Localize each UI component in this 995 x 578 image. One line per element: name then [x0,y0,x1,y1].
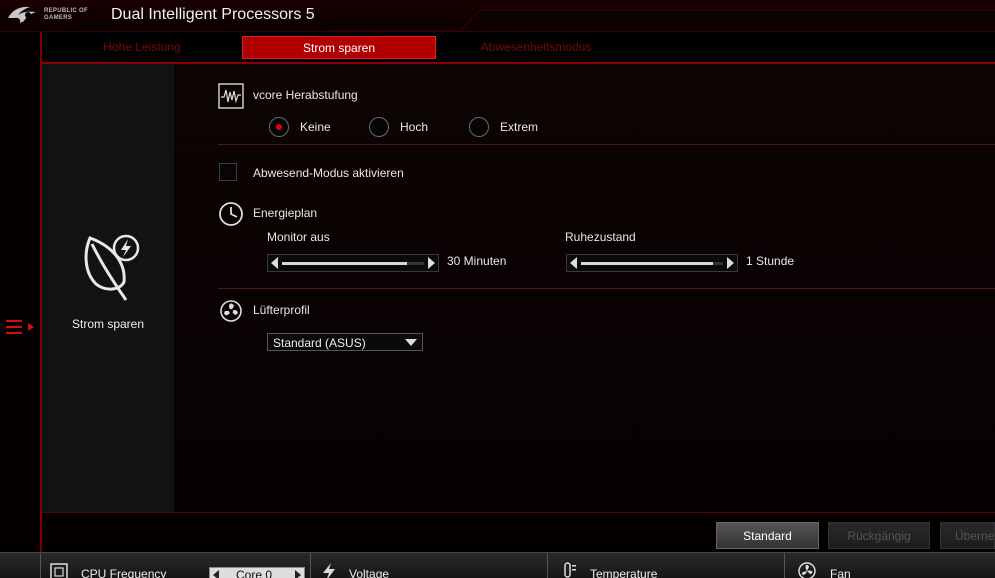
stat-temperature[interactable]: Temperature [547,553,784,578]
radio-hoch-label: Hoch [400,120,429,134]
title-bar: REPUBLIC OF GAMERS Dual Intelligent Proc… [0,0,995,32]
tab-bar: Hohe Leistung Strom sparen Abwesenheitsm… [42,32,995,62]
voltage-label: Voltage [349,567,390,578]
temperature-label: Temperature [590,567,658,578]
rog-logo-icon [8,6,36,24]
cpu-icon [50,563,68,578]
sleep-label: Ruhezustand [565,230,636,244]
power-plan-title: Energieplan [253,206,318,220]
stat-cpu-frequency[interactable]: CPU Frequency Core 0 [40,553,310,578]
slider-fill [581,262,714,265]
tab-strom-sparen[interactable]: Strom sparen [242,36,436,59]
fan-profile-title: Lüfterprofil [253,303,310,317]
slider-track [581,262,723,265]
slider-left-arrow-icon[interactable] [271,257,278,269]
radio-extrem[interactable] [469,117,489,137]
standard-button[interactable]: Standard [716,522,819,549]
fan-icon [798,562,816,578]
undo-button[interactable]: Rückgängig [828,522,930,549]
menu-icon[interactable] [6,318,36,336]
fan-profile-value: Standard (ASUS) [273,336,366,350]
leaf-lightning-icon [84,234,140,301]
core-next-arrow-icon[interactable] [295,570,301,578]
button-bar: Standard Rückgängig Überne [42,512,995,552]
fan-icon [220,300,242,322]
lightning-icon [323,563,335,578]
thermometer-icon [564,562,576,578]
fan-label: Fan [830,567,851,578]
away-mode-label: Abwesend-Modus aktivieren [253,166,404,180]
slider-right-arrow-icon[interactable] [727,257,734,269]
core-prev-arrow-icon[interactable] [213,570,219,578]
app-title: Dual Intelligent Processors 5 [111,6,315,23]
monitor-off-slider[interactable] [267,254,439,272]
stat-voltage[interactable]: Voltage [310,553,547,578]
monitor-off-value: 30 Minuten [447,254,507,268]
vcore-title: vcore Herabstufung [253,88,358,102]
radio-keine[interactable] [269,117,289,137]
left-rail [0,32,42,552]
side-panel-label: Strom sparen [71,317,145,331]
radio-extrem-label: Extrem [500,120,539,134]
sleep-value: 1 Stunde [746,254,795,268]
slider-left-arrow-icon[interactable] [570,257,577,269]
cpu-frequency-label: CPU Frequency [81,567,167,578]
status-bar: CPU Frequency Core 0 Voltage Temperature… [0,552,995,578]
core-selector[interactable]: Core 0 [209,567,305,578]
title-decoration [330,9,995,32]
tab-hohe-leistung[interactable]: Hohe Leistung [42,36,242,59]
stat-fan[interactable]: Fan [784,553,995,578]
fan-profile-select[interactable]: Standard (ASUS) [267,333,423,351]
clock-icon [219,202,243,226]
slider-fill [282,262,407,265]
waveform-icon [218,83,244,109]
main-content: Strom sparen vcore Herabstufung Keine Ho… [42,64,995,512]
slider-right-arrow-icon[interactable] [428,257,435,269]
sleep-slider[interactable] [566,254,738,272]
radio-keine-label: Keine [300,120,331,134]
divider [218,144,995,145]
monitor-off-label: Monitor aus [267,230,330,244]
divider [218,288,995,289]
away-mode-checkbox[interactable] [219,163,237,181]
chevron-down-icon [405,339,417,346]
rog-logo-text: REPUBLIC OF GAMERS [44,8,88,21]
core-value: Core 0 [236,568,273,578]
side-panel: Strom sparen [42,64,174,512]
radio-hoch[interactable] [369,117,389,137]
tab-abwesenheitsmodus[interactable]: Abwesenheitsmodus [436,36,636,59]
slider-track [282,262,424,265]
apply-button[interactable]: Überne [940,522,995,549]
